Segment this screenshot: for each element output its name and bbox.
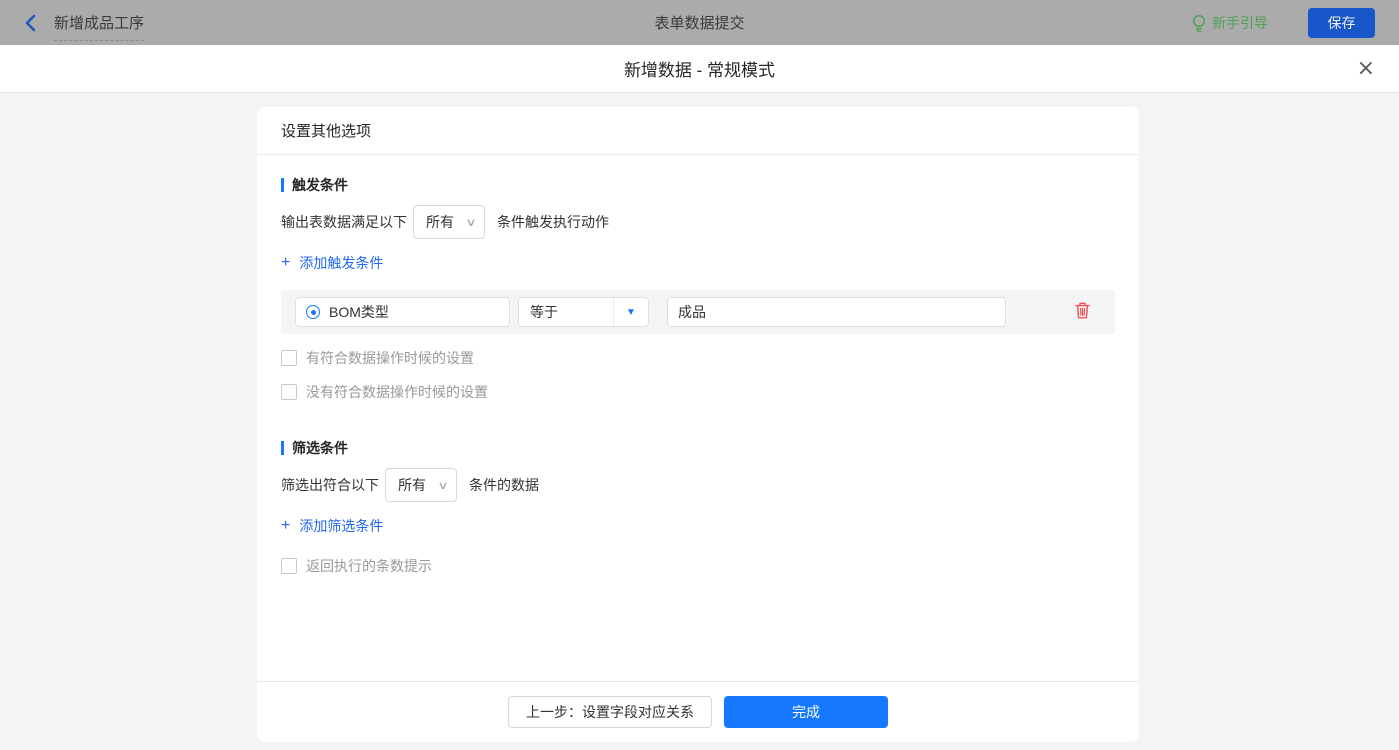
add-trigger-condition-label: 添加触发条件 bbox=[299, 253, 383, 273]
chevron-down-icon: ∨ bbox=[465, 216, 476, 229]
trigger-match-mode-select[interactable]: 所有 ∨ bbox=[413, 205, 485, 239]
top-bar: 新增成品工序 表单数据提交 新手引导 保存 bbox=[0, 0, 1399, 45]
filter-sentence-prefix: 筛选出符合以下 bbox=[281, 475, 379, 495]
checkbox-icon bbox=[281, 558, 297, 574]
filter-match-mode-select[interactable]: 所有 ∨ bbox=[385, 468, 457, 502]
chevron-down-icon: ∨ bbox=[437, 479, 448, 492]
caret-down-icon: ▼ bbox=[626, 307, 636, 318]
checkbox-no-matching-data[interactable]: 没有符合数据操作时候的设置 bbox=[281, 382, 488, 402]
add-filter-condition-link[interactable]: + 添加筛选条件 bbox=[281, 516, 383, 536]
operator-caret-zone: ▼ bbox=[613, 298, 648, 326]
add-filter-condition-label: 添加筛选条件 bbox=[299, 516, 383, 536]
checkbox-icon bbox=[281, 384, 297, 400]
page-title[interactable]: 新增成品工序 bbox=[54, 12, 144, 41]
trash-icon bbox=[1075, 302, 1090, 322]
filter-section-title: 筛选条件 bbox=[292, 438, 348, 458]
checkbox-return-count-hint[interactable]: 返回执行的条数提示 bbox=[281, 556, 432, 576]
condition-operator-select[interactable]: 等于 ▼ bbox=[518, 297, 649, 327]
save-button[interactable]: 保存 bbox=[1308, 8, 1375, 38]
checkbox-icon bbox=[281, 350, 297, 366]
trigger-sentence-prefix: 输出表数据满足以下 bbox=[281, 212, 407, 232]
plus-icon: + bbox=[281, 517, 290, 535]
options-panel: 设置其他选项 触发条件 输出表数据满足以下 所有 ∨ 条件触发执行动作 bbox=[257, 107, 1139, 742]
section-marker bbox=[281, 178, 284, 192]
radio-icon bbox=[306, 305, 320, 319]
trigger-condition-row: BOM类型 等于 ▼ bbox=[281, 290, 1115, 334]
filter-section: 筛选条件 筛选出符合以下 所有 ∨ 条件的数据 + 添加筛选条件 返回执 bbox=[281, 438, 1115, 576]
trigger-match-mode-value: 所有 bbox=[426, 212, 454, 232]
checkbox-label: 没有符合数据操作时候的设置 bbox=[306, 382, 488, 402]
panel-footer: 上一步：设置字段对应关系 完成 bbox=[257, 681, 1139, 742]
condition-field-label: BOM类型 bbox=[329, 302, 389, 322]
checkbox-label: 有符合数据操作时候的设置 bbox=[306, 348, 474, 368]
condition-field-select[interactable]: BOM类型 bbox=[295, 297, 510, 327]
trigger-section-title: 触发条件 bbox=[292, 175, 348, 195]
modal-title: 新增数据 - 常规模式 bbox=[624, 56, 775, 81]
checkbox-label: 返回执行的条数提示 bbox=[306, 556, 432, 576]
checkbox-has-matching-data[interactable]: 有符合数据操作时候的设置 bbox=[281, 348, 474, 368]
condition-operator-value: 等于 bbox=[519, 302, 613, 322]
modal-header: 新增数据 - 常规模式 × bbox=[0, 45, 1399, 93]
trigger-sentence-suffix: 条件触发执行动作 bbox=[497, 212, 609, 232]
condition-value-input[interactable] bbox=[667, 297, 1006, 327]
close-icon[interactable]: × bbox=[1357, 58, 1375, 80]
form-title: 表单数据提交 bbox=[0, 12, 1399, 33]
chevron-left-icon bbox=[24, 14, 36, 32]
beginner-guide-link[interactable]: 新手引导 bbox=[1192, 13, 1268, 33]
add-trigger-condition-link[interactable]: + 添加触发条件 bbox=[281, 253, 383, 273]
section-marker bbox=[281, 441, 284, 455]
plus-icon: + bbox=[281, 254, 290, 272]
panel-header: 设置其他选项 bbox=[257, 107, 1139, 155]
lightbulb-icon bbox=[1192, 14, 1212, 32]
modal-body: 设置其他选项 触发条件 输出表数据满足以下 所有 ∨ 条件触发执行动作 bbox=[0, 93, 1399, 749]
done-button[interactable]: 完成 bbox=[724, 696, 888, 728]
trigger-section: 触发条件 输出表数据满足以下 所有 ∨ 条件触发执行动作 + 添加触发条件 bbox=[281, 175, 1115, 402]
filter-sentence-suffix: 条件的数据 bbox=[469, 475, 539, 495]
delete-condition-button[interactable] bbox=[1075, 302, 1090, 322]
back-button[interactable] bbox=[24, 14, 36, 32]
prev-step-button[interactable]: 上一步：设置字段对应关系 bbox=[508, 696, 712, 728]
filter-match-mode-value: 所有 bbox=[398, 475, 426, 495]
beginner-guide-label: 新手引导 bbox=[1212, 13, 1268, 33]
